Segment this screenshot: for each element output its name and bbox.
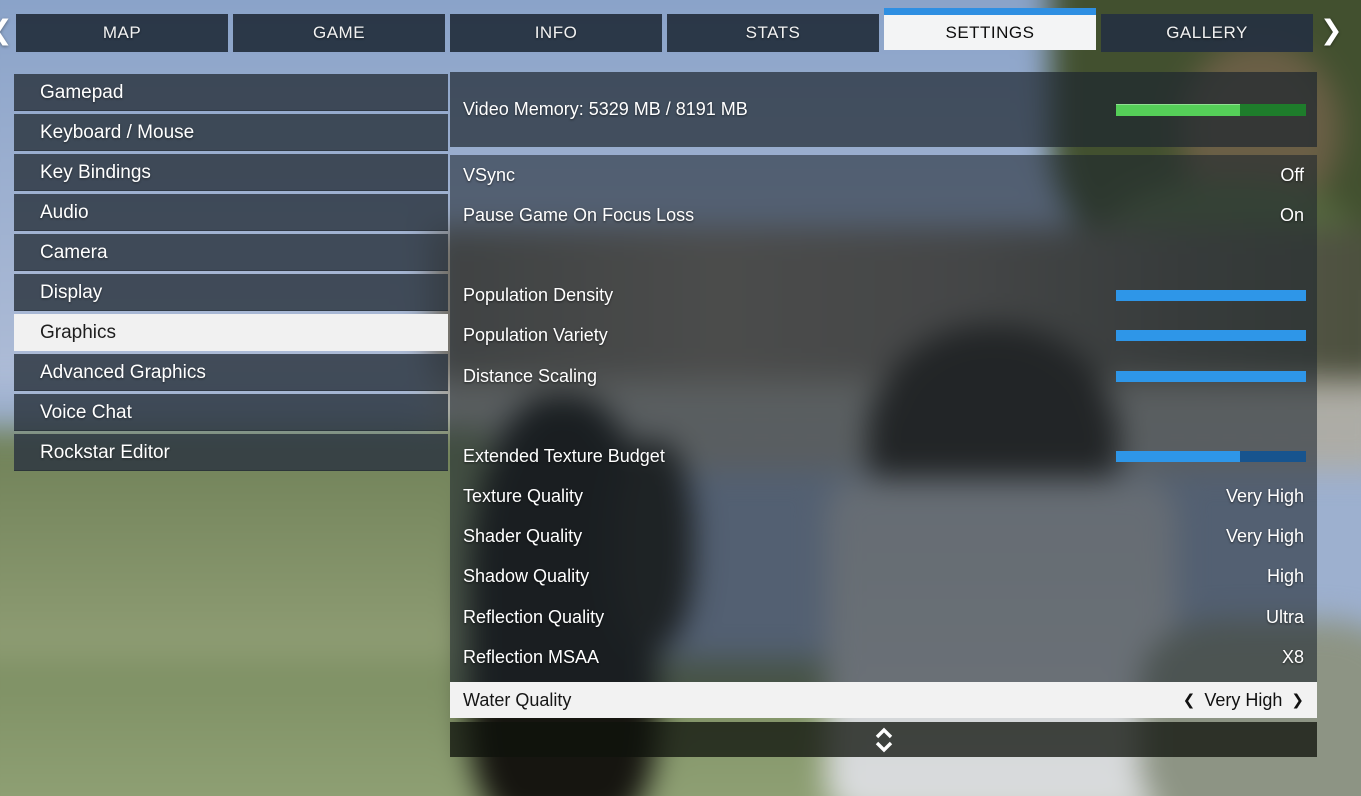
tab-game[interactable]: GAME bbox=[233, 14, 445, 52]
setting-value-selector: ❮ Very High ❯ bbox=[1183, 690, 1317, 711]
setting-label: Population Variety bbox=[463, 325, 608, 346]
sidebar-item-keyboard-mouse[interactable]: Keyboard / Mouse bbox=[14, 114, 448, 151]
sidebar-item-advanced-graphics[interactable]: Advanced Graphics bbox=[14, 354, 448, 391]
setting-row-population-density[interactable]: Population Density bbox=[450, 276, 1317, 316]
setting-value: On bbox=[1279, 204, 1304, 225]
setting-value: Off bbox=[1280, 164, 1304, 185]
sidebar-item-gamepad[interactable]: Gamepad bbox=[14, 74, 448, 111]
setting-value: Ultra bbox=[1265, 606, 1304, 627]
setting-label: Pause Game On Focus Loss bbox=[463, 204, 695, 225]
tab-info[interactable]: INFO bbox=[450, 14, 662, 52]
setting-label: Extended Texture Budget bbox=[463, 445, 665, 466]
video-memory-bar bbox=[1116, 103, 1306, 116]
setting-slider[interactable] bbox=[1116, 370, 1306, 382]
setting-row-population-variety[interactable]: Population Variety bbox=[450, 316, 1317, 356]
setting-slider[interactable] bbox=[1116, 450, 1306, 462]
video-memory-label: Video Memory: 5329 MB / 8191 MB bbox=[463, 99, 748, 119]
sidebar-item-key-bindings[interactable]: Key Bindings bbox=[14, 154, 448, 191]
sidebar-item-voice-chat[interactable]: Voice Chat bbox=[14, 394, 448, 431]
setting-label: Shadow Quality bbox=[463, 566, 590, 587]
setting-label: Reflection MSAA bbox=[463, 646, 600, 667]
setting-row-reflection-msaa[interactable]: Reflection MSAA X8 bbox=[450, 637, 1317, 677]
setting-row-vsync[interactable]: VSync Off bbox=[450, 155, 1317, 195]
setting-row-reflection-quality[interactable]: Reflection Quality Ultra bbox=[450, 597, 1317, 637]
slider-fill bbox=[1116, 290, 1306, 302]
setting-row-extended-texture-budget[interactable]: Extended Texture Budget bbox=[450, 436, 1317, 476]
row-spacer bbox=[450, 396, 1317, 436]
setting-label: Shader Quality bbox=[463, 526, 583, 547]
sidebar-item-display[interactable]: Display bbox=[14, 274, 448, 311]
tabs-next-icon[interactable]: ❯ bbox=[1320, 15, 1343, 46]
row-spacer bbox=[450, 235, 1317, 275]
setting-label: Population Density bbox=[463, 285, 614, 306]
sidebar-item-camera[interactable]: Camera bbox=[14, 234, 448, 271]
setting-row-distance-scaling[interactable]: Distance Scaling bbox=[450, 356, 1317, 396]
tab-bar: MAP GAME INFO STATS SETTINGS GALLERY bbox=[16, 0, 1313, 52]
setting-label: Water Quality bbox=[463, 689, 572, 710]
scroll-indicator-bar[interactable] bbox=[450, 722, 1317, 757]
video-memory-fill bbox=[1116, 103, 1240, 116]
settings-panel: VSync Off Pause Game On Focus Loss On Popula… bbox=[450, 155, 1317, 718]
tab-settings[interactable]: SETTINGS bbox=[884, 8, 1096, 50]
setting-slider[interactable] bbox=[1116, 330, 1306, 342]
setting-row-shader-quality[interactable]: Shader Quality Very High bbox=[450, 517, 1317, 557]
video-memory-box: Video Memory: 5329 MB / 8191 MB bbox=[450, 72, 1317, 147]
slider-fill bbox=[1116, 450, 1240, 462]
sidebar-item-rockstar-editor[interactable]: Rockstar Editor bbox=[14, 434, 448, 471]
setting-row-water-quality[interactable]: Water Quality ❮ Very High ❯ bbox=[450, 682, 1317, 718]
tab-gallery[interactable]: GALLERY bbox=[1101, 14, 1313, 52]
slider-fill bbox=[1116, 330, 1306, 342]
setting-value: Very High bbox=[1225, 486, 1304, 507]
tab-stats[interactable]: STATS bbox=[667, 14, 879, 52]
settings-sidebar: Gamepad Keyboard / Mouse Key Bindings Audio… bbox=[14, 74, 448, 474]
setting-label: VSync bbox=[463, 164, 516, 185]
tab-bar-container: ❮ MAPGAMEINFOSTATSSETTINGSGALLERY ❯ bbox=[0, 0, 1361, 62]
setting-row-shadow-quality[interactable]: Shadow Quality High bbox=[450, 557, 1317, 597]
scroll-up-down-icon bbox=[875, 727, 892, 752]
setting-label: Distance Scaling bbox=[463, 365, 598, 386]
chevron-left-icon[interactable]: ❮ bbox=[1183, 691, 1196, 709]
setting-label: Texture Quality bbox=[463, 486, 584, 507]
slider-fill bbox=[1116, 370, 1306, 382]
tabs-prev-icon[interactable]: ❮ bbox=[0, 15, 13, 46]
setting-value: X8 bbox=[1281, 646, 1304, 667]
setting-row-pause-game-on-focus-loss[interactable]: Pause Game On Focus Loss On bbox=[450, 195, 1317, 235]
setting-label: Reflection Quality bbox=[463, 606, 605, 627]
chevron-right-icon[interactable]: ❯ bbox=[1291, 691, 1304, 709]
setting-value: High bbox=[1266, 566, 1304, 587]
selected-value: Very High bbox=[1204, 689, 1283, 710]
sidebar-item-audio[interactable]: Audio bbox=[14, 194, 448, 231]
setting-slider[interactable] bbox=[1116, 290, 1306, 302]
tab-map[interactable]: MAP bbox=[16, 14, 228, 52]
setting-row-texture-quality[interactable]: Texture Quality Very High bbox=[450, 477, 1317, 517]
setting-value: Very High bbox=[1225, 526, 1304, 547]
sidebar-item-graphics[interactable]: Graphics bbox=[14, 314, 448, 351]
